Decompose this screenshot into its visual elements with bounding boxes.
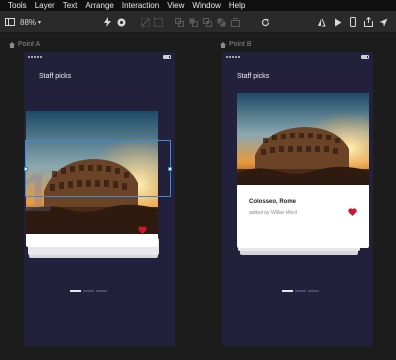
page-indicator (282, 290, 321, 292)
artboard-b-label[interactable]: Point B (220, 41, 252, 48)
page-dot (308, 290, 319, 292)
resize-handle-right[interactable] (168, 167, 172, 171)
status-bar (28, 55, 171, 60)
page-indicator (70, 290, 109, 292)
boolean-intersect-icon[interactable] (202, 15, 212, 29)
section-heading: Staff picks (39, 73, 72, 80)
artboard-a-name: Point A (18, 41, 41, 48)
menu-tools[interactable]: Tools (8, 1, 27, 10)
menu-text[interactable]: Text (63, 1, 78, 10)
card-subtitle: added by Willan West (249, 210, 298, 216)
signal-icon (226, 56, 241, 58)
toolbar: 88% ▾ (0, 11, 396, 33)
artboard-b-name: Point B (229, 41, 252, 48)
heart-icon[interactable] (348, 203, 357, 221)
page-dot (83, 290, 94, 292)
home-icon (9, 41, 15, 48)
page-dot (96, 290, 107, 292)
page-dot-active (282, 290, 293, 292)
canvas[interactable]: Point A Staff picks 1 Point B Staff pick… (0, 34, 396, 360)
boolean-subtract-icon[interactable] (188, 15, 198, 29)
flash-icon[interactable] (102, 15, 112, 29)
zoom-select[interactable]: 88% ▾ (20, 15, 41, 29)
boolean-union-icon[interactable] (174, 15, 184, 29)
resize-handle-left[interactable] (24, 167, 28, 171)
crop-icon[interactable] (153, 15, 163, 29)
menu-layer[interactable]: Layer (35, 1, 55, 10)
mask-icon[interactable] (140, 15, 150, 29)
selection-box[interactable] (24, 140, 172, 197)
device-preview-icon[interactable] (348, 15, 358, 29)
menu-window[interactable]: Window (192, 1, 220, 10)
zoom-value: 88% (20, 17, 37, 27)
flatten-icon[interactable] (230, 15, 240, 29)
menu-view[interactable]: View (167, 1, 184, 10)
chevron-down-icon: ▾ (38, 19, 42, 26)
signal-icon (28, 56, 43, 58)
photo-card[interactable]: Colosseo, Rome added by Willan West (237, 93, 369, 248)
colosseum-photo (237, 93, 369, 185)
publish-icon[interactable] (378, 15, 388, 29)
page-dot-active (70, 290, 81, 292)
page-dot (295, 290, 306, 292)
battery-icon (361, 55, 369, 59)
artboard-a-label[interactable]: Point A (9, 41, 40, 48)
sidebar-toggle-icon[interactable] (5, 15, 15, 29)
refresh-icon[interactable] (260, 15, 270, 29)
boolean-difference-icon[interactable] (216, 15, 226, 29)
battery-icon (163, 55, 171, 59)
home-icon (220, 41, 226, 48)
menu-interaction[interactable]: Interaction (122, 1, 159, 10)
menu-bar: Tools Layer Text Arrange Interaction Vie… (0, 0, 396, 11)
status-bar (226, 55, 369, 60)
artboard-point-b[interactable]: Staff picks 12 (222, 52, 373, 346)
mirror-icon[interactable] (316, 15, 326, 29)
settings-icon[interactable] (116, 15, 126, 29)
menu-help[interactable]: Help (229, 1, 245, 10)
card-title: Colosseo, Rome (249, 199, 297, 205)
export-icon[interactable] (363, 15, 373, 29)
heart-icon[interactable] (138, 221, 147, 239)
play-icon[interactable] (333, 15, 343, 29)
section-heading: Staff picks (237, 73, 270, 80)
menu-arrange[interactable]: Arrange (85, 1, 113, 10)
artboard-point-a[interactable]: Staff picks 1 (24, 52, 175, 346)
